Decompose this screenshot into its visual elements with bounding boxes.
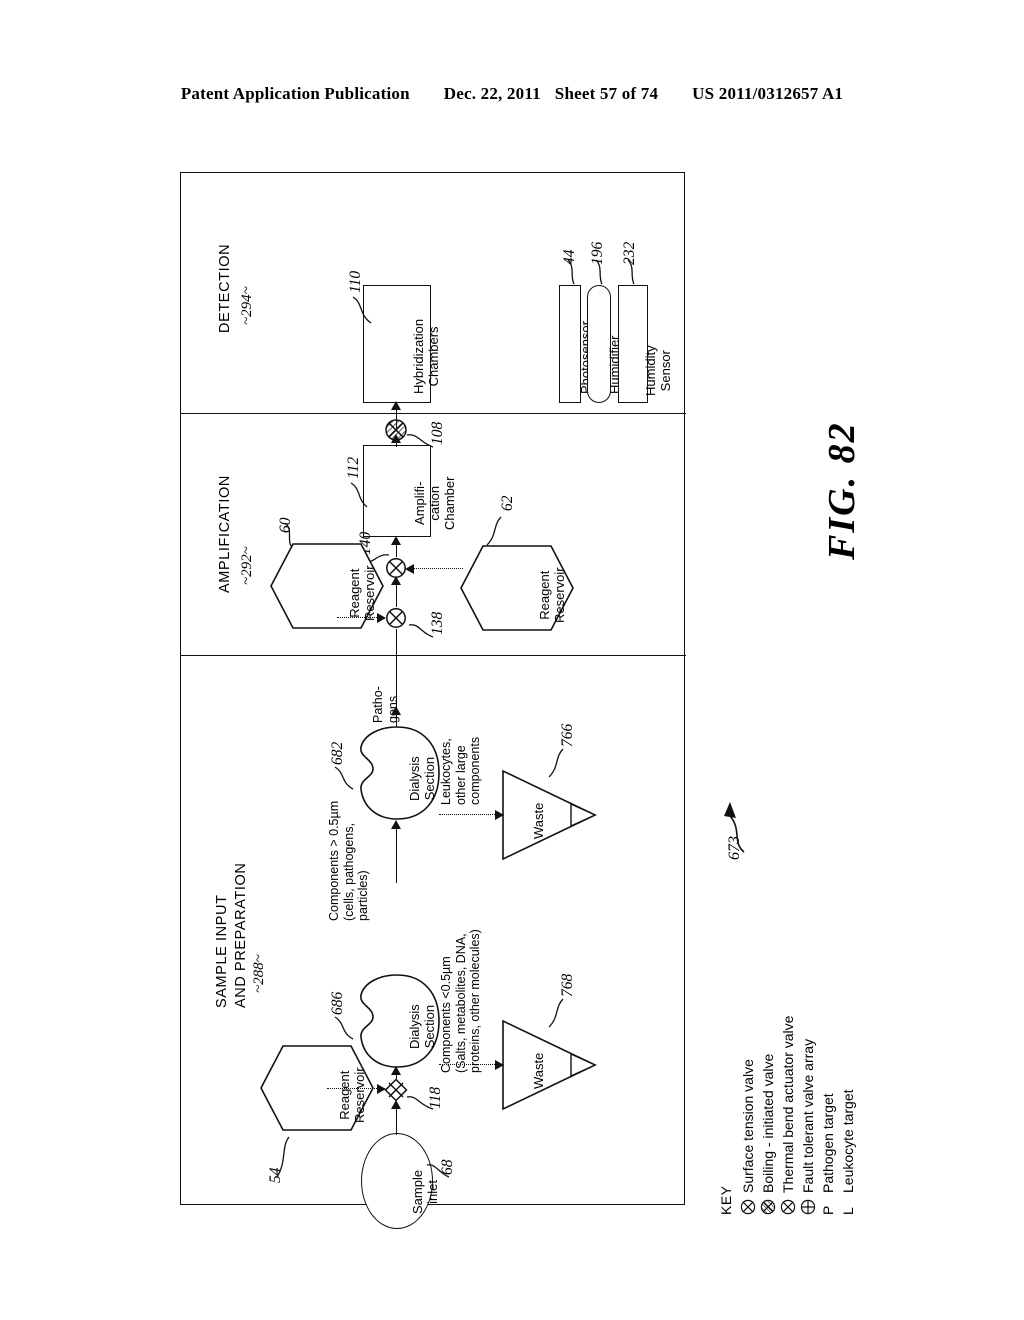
reagent-reservoir-62-node[interactable]: Reagent Reservoir xyxy=(460,545,574,631)
arrowhead-valve118-to-686 xyxy=(391,1066,401,1075)
section-ref-detection: ~294~ xyxy=(239,286,255,325)
circle-x-icon xyxy=(740,1193,756,1215)
arrowhead-valve140-to-chamber xyxy=(391,536,401,545)
key-legend: KEY Surface tension valve Boiling - init… xyxy=(718,1016,858,1215)
arrowhead-682-to-waste766 xyxy=(495,810,504,820)
humidifier-node[interactable]: Humidifier xyxy=(587,285,622,403)
ref-766: 766 xyxy=(559,723,576,747)
section-title-detection: DETECTION xyxy=(217,243,233,333)
circle-plus-icon xyxy=(800,1193,816,1215)
section-title-amplification: AMPLIFICATION xyxy=(217,475,233,593)
section-ref-sample-input: ~288~ xyxy=(251,954,267,993)
leader-686 xyxy=(331,1013,365,1047)
flow-line-rr54-to-valve118 xyxy=(327,1088,383,1089)
publication-date: Dec. 22, 2011 xyxy=(443,84,541,103)
ref-112: 112 xyxy=(345,456,362,479)
waste-768-node[interactable]: Waste xyxy=(501,1019,597,1111)
leader-62 xyxy=(481,513,507,549)
flow-line-686-to-682 xyxy=(396,823,397,883)
leader-138 xyxy=(407,621,437,647)
ref-686: 686 xyxy=(329,991,346,1015)
leader-118 xyxy=(405,1093,437,1119)
key-item-thermal-bend-actuator-valve: Thermal bend actuator valve xyxy=(778,1016,798,1215)
annotation-small-components: Components <0.5µm (Salts, metabolites, D… xyxy=(439,929,482,1073)
waste-766-node[interactable]: Waste xyxy=(501,769,597,861)
humidity-sensor-node[interactable]: Humidity Sensor xyxy=(618,285,673,403)
dialysis-section-682-label: Dialysis Section xyxy=(407,756,437,801)
key-label: Boiling - initiated valve xyxy=(760,1053,776,1193)
figure-frame: DETECTION ~294~ AMPLIFICATION ~292~ SAMP… xyxy=(180,172,686,1229)
dialysis-section-686-label: Dialysis Section xyxy=(407,1004,437,1049)
publication-header: Patent Application Publication Dec. 22, … xyxy=(0,84,1024,104)
leader-54 xyxy=(271,1135,297,1181)
section-ref-amplification: ~292~ xyxy=(239,546,255,585)
publication-title: Patent Application Publication xyxy=(180,84,410,103)
leader-768 xyxy=(543,995,569,1031)
key-item-boiling-initiated-valve: Boiling - initiated valve xyxy=(758,1016,778,1215)
photosensor-node[interactable]: Photosensor xyxy=(559,285,593,403)
key-item-surface-tension-valve: Surface tension valve xyxy=(738,1016,758,1215)
key-label: Leukocyte target xyxy=(840,1089,856,1193)
arrowhead-rr54-to-valve118 xyxy=(377,1084,386,1094)
key-item-fault-tolerant-valve-array: Fault tolerant valve array xyxy=(798,1016,818,1215)
waste-768-label: Waste xyxy=(531,1052,546,1089)
key-label: Pathogen target xyxy=(820,1093,836,1193)
circle-x-icon xyxy=(780,1193,796,1215)
section-divider-detection-amplification xyxy=(181,413,686,414)
annotation-leukocytes-out: Leukocytes, other large components xyxy=(439,736,482,805)
leader-110 xyxy=(349,293,389,329)
reagent-reservoir-54-label: Reagent Reservoir xyxy=(337,1067,367,1123)
key-label: Surface tension valve xyxy=(740,1059,756,1193)
flow-line-rr62-to-valve140 xyxy=(407,568,463,569)
ref-768: 768 xyxy=(559,973,576,997)
ref-682: 682 xyxy=(329,741,346,765)
hybridization-chambers-label: Hybridization Chambers xyxy=(411,318,441,394)
key-letter: P xyxy=(820,1205,836,1215)
reagent-reservoir-62-label: Reagent Reservoir xyxy=(537,567,567,623)
patent-number: US 2011/0312657 A1 xyxy=(692,84,844,103)
leader-68 xyxy=(425,1161,453,1189)
leader-682 xyxy=(331,763,365,797)
sheet-number: Sheet 57 of 74 xyxy=(554,84,659,103)
arrowhead-686-to-waste768 xyxy=(495,1060,504,1070)
leader-112 xyxy=(347,479,381,513)
humidity-sensor-label: Humidity Sensor xyxy=(643,345,673,396)
reagent-reservoir-60-label: Reagent Reservoir xyxy=(347,565,377,621)
figure-caption: FIG. 82 xyxy=(821,421,863,560)
leader-60 xyxy=(281,521,305,549)
ref-110: 110 xyxy=(347,270,364,293)
key-title: KEY xyxy=(718,1185,734,1215)
circle-x-hatched-icon xyxy=(760,1193,776,1215)
section-title-sample-input: SAMPLE INPUT AND PREPARATION xyxy=(214,862,249,1008)
key-letter: L xyxy=(840,1207,856,1215)
waste-766-label: Waste xyxy=(531,802,546,839)
key-item-pathogen-target: P Pathogen target xyxy=(818,1016,838,1215)
leader-766 xyxy=(543,745,569,781)
arrowhead-rr60-to-valve138 xyxy=(377,613,386,623)
valve-138-surface-tension-valve[interactable] xyxy=(385,607,407,629)
key-label: Fault tolerant valve array xyxy=(800,1038,816,1193)
section-divider-amplification-sample xyxy=(181,655,686,656)
arrowhead-valve138-to-valve140 xyxy=(391,576,401,585)
key-label: Thermal bend actuator valve xyxy=(780,1015,796,1193)
key-item-leukocyte-target: L Leukocyte target xyxy=(838,1016,858,1215)
flow-line-682-to-waste766 xyxy=(439,814,501,815)
arrowhead-inlet-to-valve118 xyxy=(391,1100,401,1109)
leader-673 xyxy=(722,796,756,856)
leader-232 xyxy=(625,257,647,287)
sample-inlet-node[interactable]: Sample inlet xyxy=(361,1133,440,1229)
ref-62: 62 xyxy=(499,495,516,512)
arrowhead-to-hybridization xyxy=(391,401,401,410)
arrowhead-chamber-to-valve108 xyxy=(391,434,401,443)
leader-44 xyxy=(565,257,587,287)
amplification-chamber-label: Amplifi- cation Chamber xyxy=(412,476,457,530)
annotation-large-components: Components > 0.5µm (cells, pathogens, pa… xyxy=(327,800,370,921)
arrowhead-686-to-682 xyxy=(391,820,401,829)
leader-196 xyxy=(593,257,615,287)
arrowhead-682-up xyxy=(391,706,401,715)
arrowhead-rr62-to-valve140 xyxy=(405,564,414,574)
